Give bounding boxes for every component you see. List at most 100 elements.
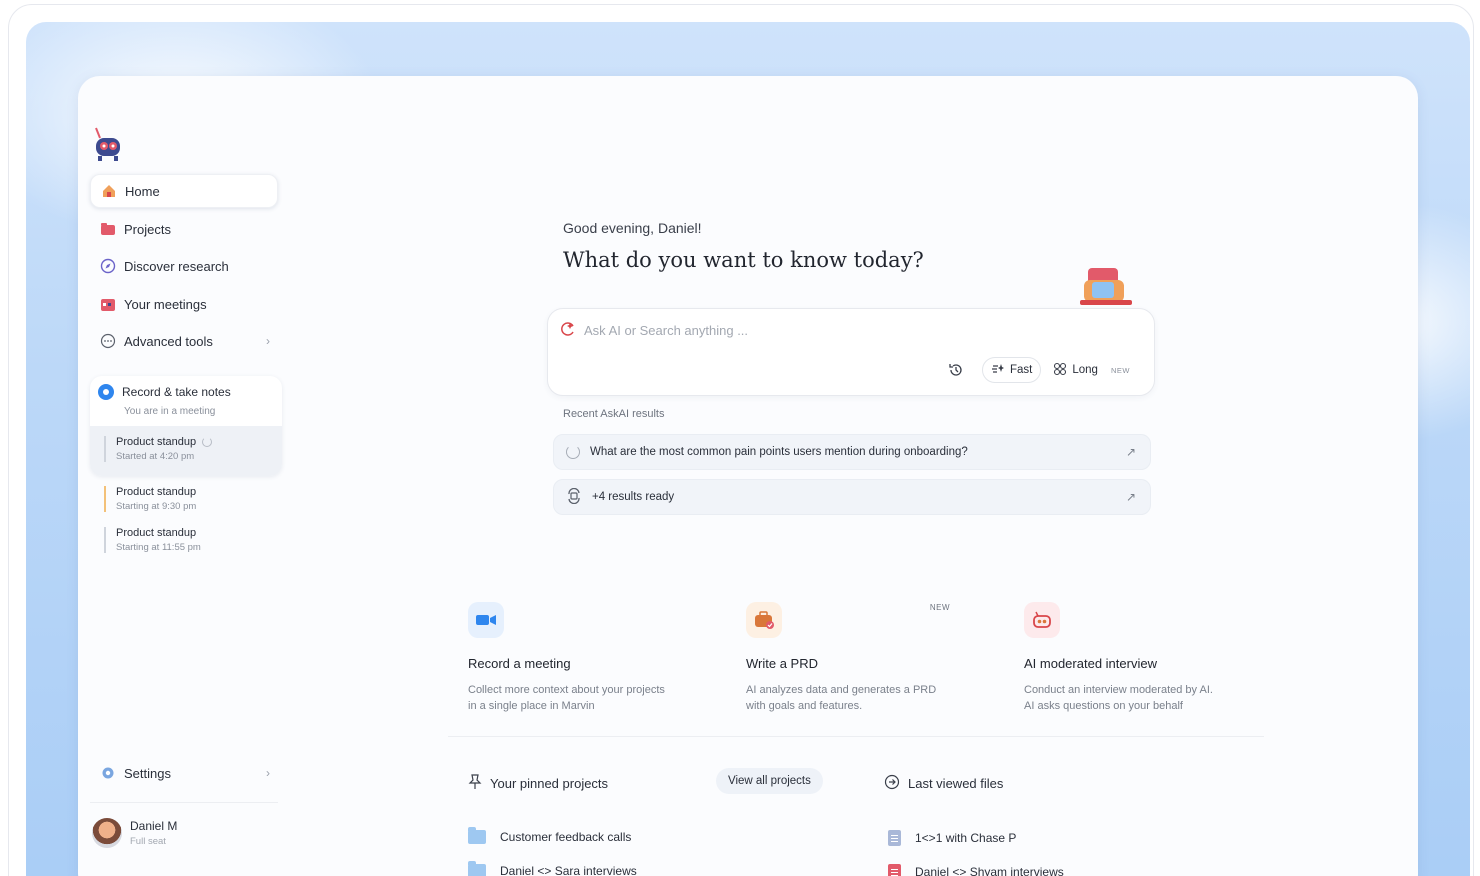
card-write-prd[interactable]: NEW Write a PRD AI analyzes data and gen… xyxy=(726,578,982,738)
meeting-title: Product standup xyxy=(116,486,197,498)
live-meeting[interactable]: Product standup Started at 4:20 pm xyxy=(90,426,282,476)
more-icon xyxy=(100,333,116,349)
network-icon xyxy=(1053,362,1067,379)
search-input[interactable] xyxy=(584,319,1104,341)
user-info: Daniel M Full seat xyxy=(130,819,177,847)
meeting-item[interactable]: Product standup Starting at 9:30 pm xyxy=(104,486,196,512)
project-name: Daniel <> Sara interviews xyxy=(500,864,637,876)
app-window: Home Projects Discover research Your mee… xyxy=(78,76,1418,876)
meeting-title: Product standup xyxy=(116,527,197,539)
greeting: Good evening, Daniel! xyxy=(563,220,702,236)
mascot-illustration xyxy=(1078,264,1138,308)
card-ai-moderated-interview[interactable]: AI moderated interview Conduct an interv… xyxy=(1004,578,1260,738)
mode-toggle: Fast Long NEW xyxy=(982,357,1138,383)
record-icon xyxy=(98,384,114,400)
loading-spinner-icon xyxy=(202,437,213,447)
compass-icon xyxy=(100,258,116,274)
project-name: Customer feedback calls xyxy=(500,830,632,844)
file-name: Daniel <> Shyam interviews xyxy=(915,865,1064,876)
meeting-item: Product standup Started at 4:20 pm xyxy=(104,436,213,462)
card-title: Record a meeting xyxy=(468,656,571,671)
recent-result-text: What are the most common pain points use… xyxy=(590,446,968,458)
folder-icon xyxy=(468,827,486,844)
mode-long-label: Long xyxy=(1072,364,1098,376)
sidebar-item-projects[interactable]: Projects xyxy=(90,212,278,246)
video-file-icon xyxy=(888,864,901,876)
folder-icon xyxy=(468,861,486,876)
mode-fast-button[interactable]: Fast xyxy=(982,357,1042,383)
ask-ai-search-box: Fast Long NEW xyxy=(547,308,1155,396)
robot-icon xyxy=(1024,602,1060,638)
user-profile[interactable]: Daniel M Full seat xyxy=(92,818,177,848)
pin-icon xyxy=(468,774,482,793)
gear-icon xyxy=(100,765,116,781)
settings-button[interactable]: Settings › xyxy=(90,756,278,790)
last-viewed-label: Last viewed files xyxy=(908,776,1004,791)
page-title: What do you want to know today? xyxy=(563,248,924,272)
briefcase-icon xyxy=(746,602,782,638)
record-title: Record & take notes xyxy=(122,385,231,399)
recent-result-item[interactable]: What are the most common pain points use… xyxy=(553,434,1151,470)
recent-file-item[interactable]: Daniel <> Shyam interviews xyxy=(888,864,1064,876)
recent-result-item[interactable]: +4 results ready ↗ xyxy=(553,479,1151,515)
card-record-meeting[interactable]: Record a meeting Collect more context ab… xyxy=(448,578,704,738)
ai-sparkle-icon xyxy=(560,321,576,337)
card-description: Conduct an interview moderated by AI. AI… xyxy=(1024,684,1213,712)
sidebar-item-label: Advanced tools xyxy=(124,333,213,349)
settings-label: Settings xyxy=(124,765,171,781)
last-viewed-heading: Last viewed files xyxy=(884,774,1003,793)
meeting-time: Starting at 11:55 pm xyxy=(116,542,201,553)
sidebar-item-discover-research[interactable]: Discover research xyxy=(90,249,278,283)
meeting-time: Started at 4:20 pm xyxy=(116,451,195,462)
pinned-projects-heading: Your pinned projects xyxy=(468,774,608,793)
new-badge: NEW xyxy=(929,603,950,612)
pinned-project-item[interactable]: Daniel <> Sara interviews xyxy=(468,861,637,876)
file-name: 1<>1 with Chase P xyxy=(915,831,1017,845)
pinned-projects-label: Your pinned projects xyxy=(490,776,609,791)
new-badge: NEW xyxy=(1110,365,1130,375)
card-description: AI analyzes data and generates a PRD wit… xyxy=(746,684,937,712)
divider xyxy=(448,736,1264,737)
mode-long-button[interactable]: Long NEW xyxy=(1045,357,1138,383)
meeting-item[interactable]: Product standup Starting at 11:55 pm xyxy=(104,527,201,553)
arrow-up-right-icon: ↗ xyxy=(1125,490,1136,504)
pinned-project-item[interactable]: Customer feedback calls xyxy=(468,827,632,844)
quick-actions: Record a meeting Collect more context ab… xyxy=(448,578,1264,738)
record-header: Record & take notes xyxy=(98,384,231,400)
divider xyxy=(90,802,278,803)
sidebar-item-label: Projects xyxy=(124,221,171,237)
user-seat: Full seat xyxy=(130,836,166,847)
loading-ring-icon xyxy=(566,445,580,459)
home-icon xyxy=(101,183,117,199)
view-all-projects-button[interactable]: View all projects xyxy=(716,768,823,794)
document-icon xyxy=(888,830,901,846)
meeting-title: Product standup xyxy=(116,436,197,448)
record-card[interactable]: Record & take notes You are in a meeting… xyxy=(90,376,282,476)
chevron-right-icon: › xyxy=(266,766,270,780)
meeting-title-row: Product standup xyxy=(116,436,213,448)
recent-result-text: +4 results ready xyxy=(592,491,675,503)
record-subtitle: You are in a meeting xyxy=(124,406,216,417)
meeting-time: Starting at 9:30 pm xyxy=(116,501,197,512)
marvin-logo[interactable] xyxy=(92,126,124,162)
history-icon[interactable] xyxy=(948,362,964,381)
main-content: Good evening, Daniel! What do you want t… xyxy=(344,118,1418,876)
card-title: Write a PRD xyxy=(746,656,818,671)
sidebar-item-your-meetings[interactable]: Your meetings xyxy=(90,287,278,321)
arrow-up-right-icon: ↗ xyxy=(1125,445,1136,459)
recent-file-item[interactable]: 1<>1 with Chase P xyxy=(888,830,1016,846)
recent-results-label: Recent AskAI results xyxy=(563,408,665,420)
card-title: AI moderated interview xyxy=(1024,656,1157,671)
sidebar-item-label: Discover research xyxy=(124,258,229,274)
mode-fast-label: Fast xyxy=(1010,364,1033,376)
sidebar-item-home[interactable]: Home xyxy=(90,174,278,208)
lightning-icon xyxy=(991,362,1005,379)
sidebar-item-label: Home xyxy=(125,183,160,199)
card-description: Collect more context about your projects… xyxy=(468,684,665,712)
sidebar: Home Projects Discover research Your mee… xyxy=(78,76,344,876)
avatar xyxy=(92,818,122,848)
user-name: Daniel M xyxy=(130,819,178,833)
calendar-icon xyxy=(100,296,116,312)
sidebar-item-advanced-tools[interactable]: Advanced tools › xyxy=(90,324,278,358)
results-ready-icon xyxy=(566,487,582,507)
